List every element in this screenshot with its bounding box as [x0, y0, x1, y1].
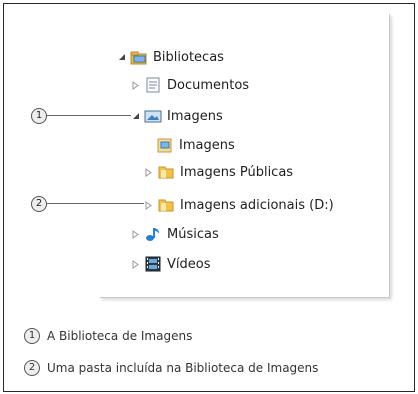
tree-item-imagens-adicionais[interactable]: Imagens adicionais (D:)	[144, 195, 334, 215]
figure-frame: Bibliotecas Documentos Imagens Imagens I…	[3, 3, 415, 392]
collapsed-arrow-icon[interactable]	[131, 80, 140, 90]
collapsed-arrow-icon[interactable]	[131, 229, 140, 239]
tree-item-bibliotecas[interactable]: Bibliotecas	[117, 47, 224, 67]
pictures-library-icon	[144, 108, 162, 124]
tree-item-documentos[interactable]: Documentos	[131, 75, 249, 95]
expanded-arrow-icon[interactable]	[117, 52, 126, 62]
tree-item-imagens-folder[interactable]: Imagens	[156, 135, 235, 155]
tree-item-imagens-library[interactable]: Imagens	[131, 106, 223, 126]
tree-item-imagens-publicas[interactable]: Imagens Públicas	[144, 162, 293, 182]
folder-icon	[157, 164, 175, 180]
tree-item-label: Imagens adicionais (D:)	[180, 197, 334, 213]
tree-item-label: Músicas	[167, 226, 219, 242]
libraries-icon	[130, 49, 148, 65]
callout-1-marker: 1	[31, 108, 47, 124]
legend-text: A Biblioteca de Imagens	[47, 329, 193, 343]
folder-icon	[157, 197, 175, 213]
legend-text: Uma pasta incluída na Biblioteca de Imag…	[47, 361, 319, 375]
legend-number: 2	[24, 360, 40, 376]
tree-item-label: Imagens Públicas	[180, 164, 294, 180]
legend-item-2: 2 Uma pasta incluída na Biblioteca de Im…	[24, 359, 318, 377]
callout-2-leader-line	[47, 203, 144, 204]
collapsed-arrow-icon[interactable]	[131, 259, 140, 269]
expanded-arrow-icon[interactable]	[131, 111, 140, 121]
collapsed-arrow-icon[interactable]	[144, 167, 153, 177]
pictures-folder-icon	[156, 137, 174, 153]
tree-item-label: Bibliotecas	[153, 49, 224, 65]
navigation-tree-panel: Bibliotecas Documentos Imagens Imagens I…	[100, 14, 390, 298]
collapsed-arrow-icon[interactable]	[144, 200, 153, 210]
documents-library-icon	[144, 77, 162, 93]
legend-item-1: 1 A Biblioteca de Imagens	[24, 327, 192, 345]
music-library-icon	[144, 226, 162, 242]
callout-2-marker: 2	[31, 196, 47, 212]
tree-item-label: Vídeos	[167, 256, 211, 272]
tree-item-label: Imagens	[167, 108, 223, 124]
tree-item-label: Documentos	[167, 77, 250, 93]
tree-item-label: Imagens	[179, 137, 235, 153]
legend-number: 1	[24, 328, 40, 344]
tree-item-videos[interactable]: Vídeos	[131, 254, 210, 274]
callout-1-leader-line	[47, 115, 131, 116]
tree-item-musicas[interactable]: Músicas	[131, 224, 219, 244]
videos-library-icon	[144, 256, 162, 272]
